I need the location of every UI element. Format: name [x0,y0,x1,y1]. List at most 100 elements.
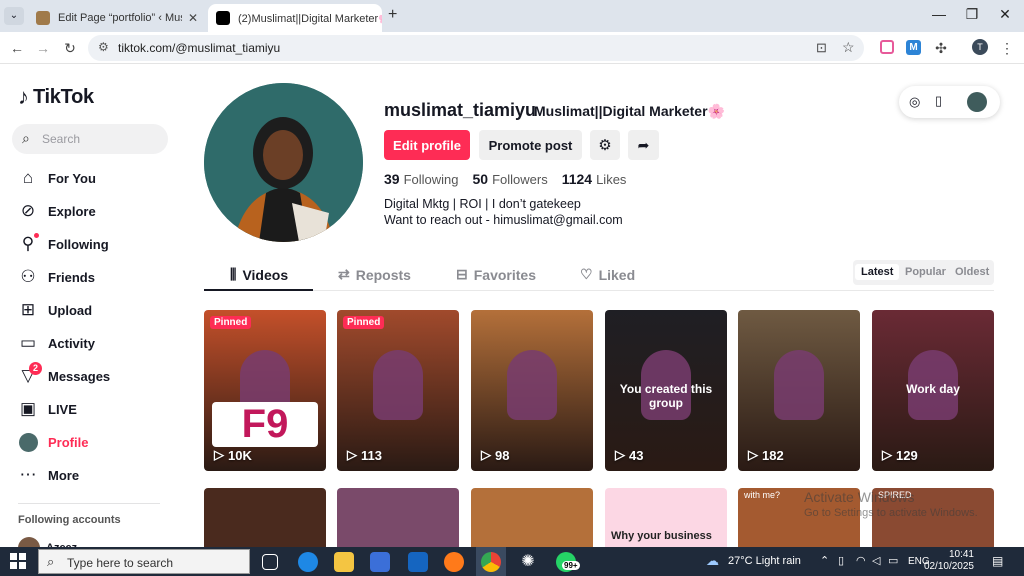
sort-oldest[interactable]: Oldest [949,264,995,280]
video-thumbnail[interactable] [204,488,326,548]
install-app-icon[interactable]: ⊡ [816,40,827,56]
tab-liked[interactable]: ♡ Liked [580,266,635,283]
promote-post-button[interactable]: Promote post [479,130,582,160]
video-thumbnail[interactable]: Work day ▷ 129 [872,310,994,471]
tiktok-logo[interactable]: ♪ TikTok [18,84,94,110]
play-icon: ▷ [481,447,491,462]
video-thumbnail[interactable]: You created this group ▷ 43 [605,310,727,471]
sidebar-item-profile[interactable]: Profile [18,431,88,453]
store-icon[interactable] [370,552,390,572]
sort-latest[interactable]: Latest [855,264,900,280]
sidebar-item-label: Upload [48,302,93,318]
extension-pink-icon[interactable] [880,40,894,54]
url-text[interactable]: tiktok.com/@muslimat_tiamiyu [118,41,280,55]
taskbar-weather[interactable]: 27°C Light rain [728,555,801,567]
tab-reposts[interactable]: ⇄ Reposts [338,266,411,283]
sidebar-item-more[interactable]: ⋯ More [18,464,80,486]
edit-profile-button[interactable]: Edit profile [384,130,470,160]
repost-icon: ⇄ [338,266,350,282]
outlook-icon[interactable] [408,552,428,572]
battery-icon[interactable]: ▭ [888,554,898,567]
back-arrow-icon[interactable]: ← [8,40,26,56]
sidebar-item-messages[interactable]: ▽ Messages 2 [18,362,110,387]
sidebar-item-for-you[interactable]: ⌂ For You [18,167,96,189]
heart-icon: ♡ [580,266,593,282]
browser-menu-icon[interactable]: ⋮ [998,40,1016,56]
logo-text: TikTok [33,85,94,108]
video-thumbnail[interactable] [337,488,459,548]
sidebar-item-activity[interactable]: ▭ Activity [18,332,95,354]
sidebar-item-friends[interactable]: ⚇ Friends [18,266,95,288]
browser-tab-wordpress[interactable]: Edit Page “portfolio” ‹ Muslimat ✕ [28,4,206,32]
followers-stat[interactable]: 50 Followers [473,171,548,187]
play-icon: ▷ [748,447,758,462]
wifi-icon[interactable]: ◠ [856,554,866,567]
search-input[interactable]: ⌕ Search [12,124,168,154]
minimize-icon[interactable]: — [924,6,954,22]
reload-icon[interactable]: ↻ [61,40,79,56]
taskbar-clock[interactable]: 10:41 02/10/2025 [918,549,974,573]
search-icon: ⌕ [47,554,55,569]
clock-date: 02/10/2025 [923,561,974,572]
activity-icon: ▭ [19,333,37,352]
profile-username: muslimat_tiamiyu [384,100,537,120]
video-thumbnail[interactable]: ▷ 182 [738,310,860,471]
view-count: ▷ 43 [615,447,643,463]
mobile-app-icon[interactable]: ▯ [935,93,942,109]
new-tab-button[interactable]: + [388,6,397,24]
compass-icon[interactable]: ◎ [909,94,920,110]
taskbar-search-input[interactable]: ⌕ Type here to search [38,549,250,574]
sidebar-item-explore[interactable]: ⊘ Explore [18,200,96,222]
video-subject [373,350,423,420]
sidebar-item-label: For You [48,170,96,186]
bookmark-star-icon[interactable]: ☆ [842,39,855,56]
home-icon: ⌂ [22,168,34,187]
tray-overflow-icon[interactable]: ⌃ [820,554,829,567]
settings-button[interactable]: ⚙ [590,130,620,160]
notifications-icon[interactable]: ▤ [992,554,1003,568]
user-avatar-icon[interactable] [967,92,987,112]
wordpress-favicon-icon [36,11,50,25]
video-thumbnail[interactable]: ▷ 98 [471,310,593,471]
forward-arrow-icon[interactable]: → [34,40,52,56]
video-thumbnail[interactable] [471,488,593,548]
browser-tab-tiktok[interactable]: (2)Muslimat||Digital Marketer🌸 ✕ [208,4,382,32]
extensions-puzzle-icon[interactable]: ✣ [932,40,950,56]
sort-popular[interactable]: Popular [899,264,952,280]
browser-profile-avatar[interactable]: T [972,39,988,55]
sidebar-item-upload[interactable]: ⊞ Upload [18,299,92,321]
site-info-icon[interactable]: ⚙ [98,40,109,54]
video-thumbnail[interactable]: Pinned ▷ 113 [337,310,459,471]
edge-icon[interactable] [298,552,318,572]
extension-m-icon[interactable]: M [906,40,921,55]
view-count-text: 43 [629,447,644,463]
file-explorer-icon[interactable] [334,552,354,572]
whatsapp-icon[interactable]: 99+ [556,552,580,572]
sidebar-item-following[interactable]: ⚲ Following [18,233,109,255]
view-count: ▷ 182 [748,447,784,463]
chatgpt-icon[interactable]: ✺ [518,552,538,572]
tab-favorites[interactable]: ⊟ Favorites [456,266,536,283]
video-thumbnail[interactable]: F9 Pinned ▷ 10K [204,310,326,471]
restore-icon[interactable]: ❐ [957,6,987,23]
video-thumbnail[interactable]: Why your business [605,488,727,548]
windows-start-icon[interactable] [10,553,26,569]
likes-stat: 1124 Likes [562,171,627,187]
chrome-active-slot[interactable] [476,547,506,576]
firefox-icon[interactable] [444,552,464,572]
following-stat[interactable]: 39 Following [384,171,459,187]
video-overlay-text: with me? [744,490,781,500]
compass-icon: ⊘ [20,201,36,220]
tab-search-button[interactable]: ⌄ [4,7,24,25]
battery-saver-icon[interactable]: ▯ [838,554,844,567]
share-button[interactable]: ➦ [628,130,659,160]
address-bar[interactable]: ⚙ tiktok.com/@muslimat_tiamiyu ⊡ ☆ [88,35,864,61]
profile-avatar[interactable] [204,83,363,242]
close-tab-icon[interactable]: ✕ [182,11,198,25]
tab-videos[interactable]: ⫼ Videos [230,266,288,283]
play-icon: ▷ [615,447,625,462]
volume-icon[interactable]: ◁ [872,554,880,567]
task-view-icon[interactable] [262,554,278,570]
close-window-icon[interactable]: ✕ [990,6,1020,23]
sidebar-item-live[interactable]: ▣ LIVE [18,398,77,420]
